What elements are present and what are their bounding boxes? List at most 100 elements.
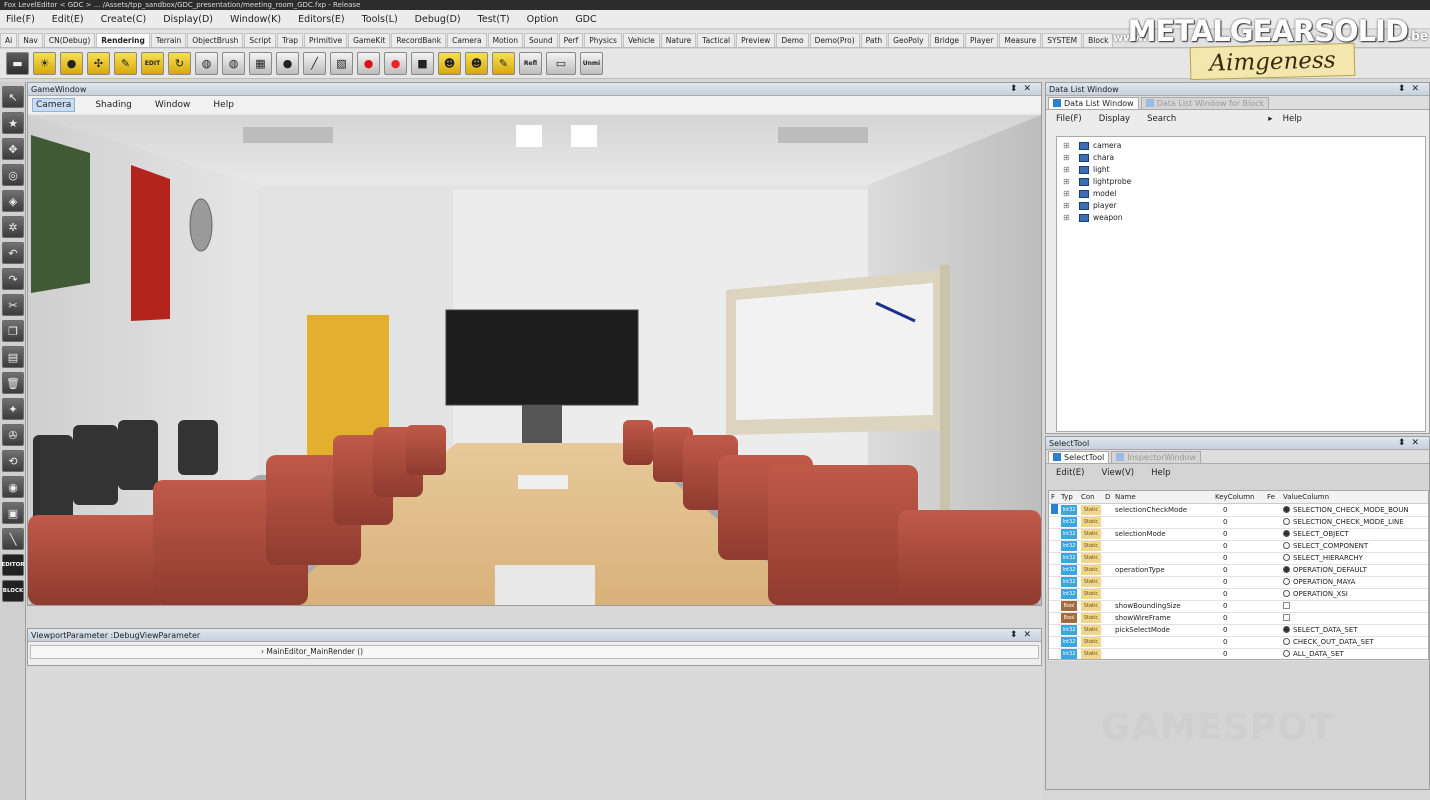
table-row[interactable]: Int32 Static 0 SELECT_COMPONENT bbox=[1049, 540, 1428, 553]
cell-value[interactable] bbox=[1281, 612, 1428, 625]
snap-tool-icon[interactable]: ✲ bbox=[2, 216, 24, 238]
tab-system[interactable]: SYSTEM bbox=[1042, 33, 1083, 47]
data-menu-display[interactable]: Display bbox=[1099, 114, 1130, 124]
expand-icon[interactable]: ⊞ bbox=[1063, 212, 1071, 224]
col-value[interactable]: ValueColumn bbox=[1281, 491, 1428, 504]
col-d[interactable]: D bbox=[1103, 491, 1113, 504]
tab-perf[interactable]: Perf bbox=[558, 33, 584, 47]
data-menu-help[interactable]: Help bbox=[1283, 114, 1302, 124]
panel-controls-icon[interactable]: ⬍✕ bbox=[1398, 437, 1425, 450]
tree-node-light[interactable]: ⊞ light bbox=[1057, 164, 1425, 176]
tab-sound[interactable]: Sound bbox=[524, 33, 558, 47]
radio-button[interactable] bbox=[1283, 650, 1290, 657]
tab-physics[interactable]: Physics bbox=[584, 33, 622, 47]
cell-value[interactable]: CHECK_OUT_DATA_SET bbox=[1281, 636, 1428, 649]
checkbox[interactable] bbox=[1283, 614, 1290, 621]
table-row[interactable]: Bool Static showWireFrame 0 bbox=[1049, 612, 1428, 625]
cell-value[interactable]: OPERATION_DEFAULT bbox=[1281, 564, 1428, 577]
expand-icon[interactable]: ⊞ bbox=[1063, 188, 1071, 200]
game-menu-window[interactable]: Window bbox=[152, 99, 194, 111]
unmi-button[interactable]: Unmi bbox=[580, 52, 603, 75]
cell-value[interactable]: SELECT_OBJECT bbox=[1281, 528, 1428, 541]
camera-icon[interactable]: ▭ bbox=[546, 52, 576, 75]
tab-block[interactable]: Block bbox=[1083, 33, 1114, 47]
select-menu-help[interactable]: Help bbox=[1151, 468, 1170, 478]
expand-icon[interactable]: ⊞ bbox=[1063, 200, 1071, 212]
radio-button[interactable] bbox=[1283, 542, 1290, 549]
tab-motion[interactable]: Motion bbox=[487, 33, 523, 47]
tab-player[interactable]: Player bbox=[965, 33, 999, 47]
table-row[interactable]: Int32 Static 0 ALL_DATA_SET bbox=[1049, 648, 1428, 661]
tab-path[interactable]: Path bbox=[860, 33, 888, 47]
3d-viewport[interactable] bbox=[28, 115, 1041, 605]
cell-value[interactable]: OPERATION_XSI bbox=[1281, 588, 1428, 601]
tab-cn-debug[interactable]: CN(Debug) bbox=[43, 33, 96, 47]
wrench-icon[interactable]: ✇ bbox=[2, 424, 24, 446]
col-name[interactable]: Name bbox=[1113, 491, 1213, 504]
camera-tool-icon[interactable]: ▣ bbox=[2, 502, 24, 524]
wireframe-icon[interactable]: ▧ bbox=[330, 52, 353, 75]
cell-value[interactable]: SELECT_HIERARCHY bbox=[1281, 552, 1428, 565]
tab-data-list-for-block[interactable]: Data List Window for Block bbox=[1140, 97, 1270, 109]
character-icon[interactable]: ☻ bbox=[438, 52, 461, 75]
redo-icon[interactable]: ↷ bbox=[2, 268, 24, 290]
tree-node-camera[interactable]: ⊞ camera bbox=[1057, 140, 1425, 152]
menu-option[interactable]: Option bbox=[527, 14, 559, 25]
grid-icon[interactable]: ▦ bbox=[249, 52, 272, 75]
checkbox[interactable] bbox=[1283, 602, 1290, 609]
table-row[interactable]: Int32 Static 0 SELECTION_CHECK_MODE_LINE bbox=[1049, 516, 1428, 529]
radio-button[interactable] bbox=[1283, 505, 1290, 513]
col-f[interactable]: F bbox=[1049, 491, 1059, 504]
rotate-icon[interactable]: ↻ bbox=[168, 52, 191, 75]
tab-measure[interactable]: Measure bbox=[999, 33, 1042, 47]
cell-value[interactable]: OPERATION_MAYA bbox=[1281, 576, 1428, 589]
expand-icon[interactable]: ⊞ bbox=[1063, 152, 1071, 164]
checker-sphere-alt-icon[interactable]: ◍ bbox=[222, 52, 245, 75]
radio-button[interactable] bbox=[1283, 590, 1290, 597]
tree-node-model[interactable]: ⊞ model bbox=[1057, 188, 1425, 200]
brush-icon[interactable]: ╱ bbox=[303, 52, 326, 75]
cell-value[interactable] bbox=[1281, 600, 1428, 613]
data-menu-file[interactable]: File(F) bbox=[1056, 114, 1082, 124]
tab-script[interactable]: Script bbox=[244, 33, 277, 47]
menu-file[interactable]: File(F) bbox=[6, 14, 35, 25]
move-icon[interactable]: ✥ bbox=[2, 138, 24, 160]
block-mode-button[interactable]: BLOCK bbox=[2, 580, 24, 602]
paste-icon[interactable]: ▤ bbox=[2, 346, 24, 368]
menu-debug[interactable]: Debug(D) bbox=[415, 14, 461, 25]
tab-preview[interactable]: Preview bbox=[736, 33, 776, 47]
game-menu-shading[interactable]: Shading bbox=[92, 99, 135, 111]
tab-data-list-window[interactable]: Data List Window bbox=[1048, 97, 1139, 109]
table-row[interactable]: Int32 Static selectionMode 0 SELECT_OBJECT bbox=[1049, 528, 1428, 541]
cell-value[interactable]: SELECT_COMPONENT bbox=[1281, 540, 1428, 553]
menu-display[interactable]: Display(D) bbox=[163, 14, 213, 25]
radio-button[interactable] bbox=[1283, 578, 1290, 585]
tab-objectbrush[interactable]: ObjectBrush bbox=[187, 33, 244, 47]
radio-button[interactable] bbox=[1283, 530, 1290, 537]
menu-tools[interactable]: Tools(L) bbox=[362, 14, 398, 25]
tree-node-lightprobe[interactable]: ⊞ lightprobe bbox=[1057, 176, 1425, 188]
refl-button[interactable]: Refl bbox=[519, 52, 542, 75]
table-row[interactable]: Int32 Static selectionCheckMode 0 SELECTION_… bbox=[1049, 503, 1428, 517]
menu-test[interactable]: Test(T) bbox=[478, 14, 510, 25]
panel-controls-icon[interactable]: ⬍✕ bbox=[1398, 83, 1425, 96]
sync-icon[interactable]: ⟲ bbox=[2, 450, 24, 472]
tab-camera[interactable]: Camera bbox=[447, 33, 487, 47]
tab-select-tool[interactable]: SelectTool bbox=[1048, 451, 1110, 463]
radio-button[interactable] bbox=[1283, 626, 1290, 633]
fan-icon[interactable]: ✣ bbox=[87, 52, 110, 75]
table-row[interactable]: Int32 Static 0 CHECK_OUT_DATA_SET bbox=[1049, 636, 1428, 649]
star-icon[interactable]: ★ bbox=[2, 112, 24, 134]
sphere-icon[interactable]: ● bbox=[276, 52, 299, 75]
editor-mode-button[interactable]: EDITOR bbox=[1, 554, 25, 576]
tab-demo[interactable]: Demo bbox=[776, 33, 809, 47]
cell-value[interactable]: SELECTION_CHECK_MODE_LINE bbox=[1281, 516, 1428, 529]
tab-nature[interactable]: Nature bbox=[660, 33, 697, 47]
radio-button[interactable] bbox=[1283, 566, 1290, 573]
copy-icon[interactable]: ❐ bbox=[2, 320, 24, 342]
record-icon[interactable]: ● bbox=[384, 52, 407, 75]
expand-icon[interactable]: ⊞ bbox=[1063, 176, 1071, 188]
tab-ai[interactable]: Ai bbox=[0, 33, 18, 47]
menu-editors[interactable]: Editors(E) bbox=[298, 14, 344, 25]
tab-tactical[interactable]: Tactical bbox=[697, 33, 736, 47]
